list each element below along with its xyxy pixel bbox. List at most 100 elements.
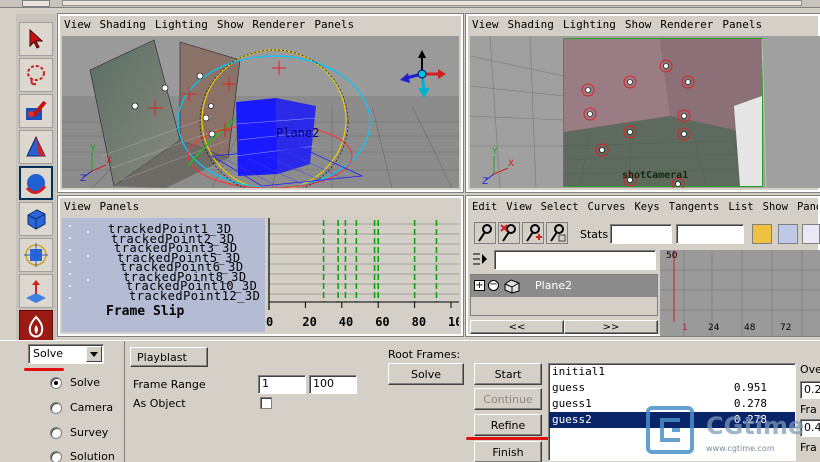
annotation-underline-solve	[24, 368, 64, 371]
menu-show[interactable]: Show	[217, 18, 244, 31]
menu-tangents[interactable]: Tangents	[669, 201, 720, 213]
outliner-filter-icon[interactable]	[470, 250, 492, 270]
menu-lighting[interactable]: Lighting	[563, 18, 616, 31]
refine-button[interactable]: Refine	[474, 414, 542, 436]
camera-label: shotCamera1	[622, 170, 688, 181]
radio-solution[interactable]	[50, 451, 62, 462]
solution-row[interactable]: guess 0.951	[549, 380, 795, 396]
graph-x-tick-24: 24	[708, 323, 720, 333]
insert-key-icon[interactable]	[498, 222, 520, 244]
move-tool[interactable]	[19, 130, 53, 164]
scale-tool[interactable]	[19, 202, 53, 236]
outliner-row-plane2[interactable]: + − Plane2	[471, 275, 657, 297]
frame-selected-icon[interactable]	[778, 224, 798, 244]
normalize-icon[interactable]	[802, 224, 820, 244]
perspective-scene: Plane2 YX Z	[62, 39, 459, 188]
slip-timeline[interactable]: 0 20 40 60 80 100	[265, 218, 459, 332]
stats-field-1[interactable]	[610, 224, 672, 244]
menu-list[interactable]: List	[728, 201, 753, 213]
finish-button[interactable]: Finish	[474, 441, 542, 462]
frame-start-field[interactable]: 1	[258, 375, 306, 394]
timeline-tick-label: 80	[412, 315, 426, 329]
playblast-button[interactable]: Playblast	[130, 347, 208, 367]
camera-viewport[interactable]: shotCamera1 YX Z	[470, 36, 820, 188]
paint-select-tool[interactable]	[19, 94, 53, 128]
select-tool[interactable]	[19, 22, 53, 56]
camera-scene: shotCamera1 YX Z	[470, 36, 820, 188]
shelf-tab[interactable]	[22, 0, 50, 7]
menu-renderer[interactable]: Renderer	[660, 18, 713, 31]
frame-all-icon[interactable]	[752, 224, 772, 244]
graph-outliner[interactable]: + − Plane2	[470, 274, 658, 316]
menu-shading[interactable]: Shading	[508, 18, 554, 31]
rotate-tool[interactable]	[19, 166, 53, 200]
perspective-viewport[interactable]: Plane2 YX Z	[62, 36, 459, 188]
radio-solve[interactable]	[50, 377, 62, 389]
menu-view[interactable]: View	[472, 18, 499, 31]
lasso-icon	[27, 65, 45, 86]
track-name[interactable]: trackedPoint12_3D	[129, 289, 260, 303]
radio-survey-label: Survey	[70, 426, 109, 439]
command-line[interactable]	[62, 0, 802, 6]
chevron-down-icon[interactable]	[86, 346, 102, 362]
mode-select-value: Solve	[33, 347, 64, 360]
menu-keys[interactable]: Keys	[634, 201, 659, 213]
solution-error: 0.951	[733, 381, 767, 394]
timeline-tick-label: 20	[302, 315, 316, 329]
continue-button[interactable]: Continue	[474, 388, 542, 410]
timeline-tick-label: 100	[448, 315, 459, 329]
menu-view[interactable]: View	[64, 200, 91, 213]
menu-lighting[interactable]: Lighting	[155, 18, 208, 31]
perspective-menu-bar: View Shading Lighting Show Renderer Panels	[60, 16, 461, 34]
lattice-key-icon[interactable]	[546, 222, 568, 244]
mode-select[interactable]: Solve	[28, 344, 104, 364]
menu-panels[interactable]: Panels	[722, 18, 762, 31]
solution-row[interactable]: initial1	[549, 364, 795, 380]
menu-shading[interactable]: Shading	[100, 18, 146, 31]
radio-survey[interactable]	[50, 427, 62, 439]
menu-panels[interactable]: Panels	[100, 200, 140, 213]
menu-renderer[interactable]: Renderer	[252, 18, 305, 31]
svg-text:Z: Z	[482, 177, 488, 187]
menu-panels[interactable]: Panels	[314, 18, 354, 31]
add-key-icon[interactable]	[522, 222, 544, 244]
prev-page-button[interactable]: <<	[470, 320, 564, 334]
annotation-underline-refine	[466, 437, 556, 440]
menu-show[interactable]: Show	[763, 201, 788, 213]
menu-view[interactable]: View	[506, 201, 531, 213]
radio-solution-label: Solution	[70, 450, 115, 462]
stats-field-2[interactable]	[676, 224, 744, 244]
menu-edit[interactable]: Edit	[472, 201, 497, 213]
lasso-tool[interactable]	[19, 58, 53, 92]
graph-y-label: 50	[666, 251, 678, 261]
svg-text:Y: Y	[491, 147, 498, 157]
menu-select[interactable]: Select	[541, 201, 579, 213]
frame-end-field[interactable]: 100	[309, 375, 357, 394]
outliner-search[interactable]	[494, 250, 656, 270]
as-object-checkbox[interactable]	[260, 397, 272, 409]
solution-name: guess1	[552, 397, 592, 410]
live-tool[interactable]	[19, 310, 53, 344]
start-button[interactable]: Start	[474, 363, 542, 385]
menu-view[interactable]: View	[64, 18, 91, 31]
frame-range-label: Frame Range	[133, 378, 206, 391]
menu-show[interactable]: Show	[625, 18, 652, 31]
expand-icon[interactable]: +	[474, 280, 485, 291]
overscan-field[interactable]: 0.2	[800, 381, 820, 399]
track-list[interactable]: trackedPoint1_3D trackedPoint2_3D trackedP…	[62, 218, 265, 332]
soft-mod-tool[interactable]	[19, 274, 53, 308]
svg-text:X: X	[508, 159, 514, 169]
move-key-icon[interactable]	[474, 222, 496, 244]
overscan-label: Ove	[800, 363, 820, 376]
graph-area[interactable]: 50 1 24 48 72	[660, 250, 820, 336]
collapse-icon[interactable]: −	[488, 280, 499, 291]
radio-camera[interactable]	[50, 402, 62, 414]
root-solve-button[interactable]: Solve	[388, 363, 464, 385]
menu-panels[interactable]: Panels	[797, 201, 818, 213]
camera-panel: View Shading Lighting Show Renderer Panels sh…	[465, 13, 820, 193]
next-page-button[interactable]: >>	[564, 320, 658, 334]
manipulator-tool[interactable]	[19, 238, 53, 272]
perspective-panel: View Shading Lighting Show Renderer Panels	[57, 13, 464, 193]
timeline-tick-label: 40	[339, 315, 353, 329]
menu-curves[interactable]: Curves	[588, 201, 626, 213]
